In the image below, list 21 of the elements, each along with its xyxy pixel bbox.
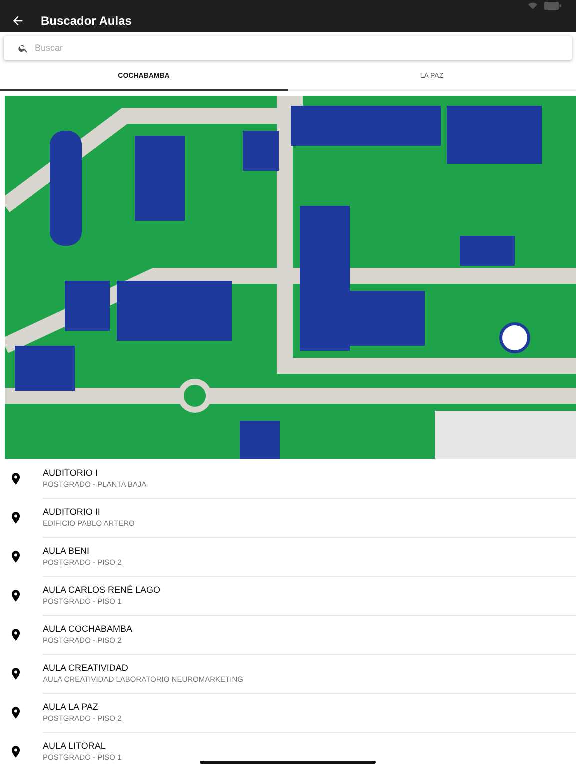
room-name: AUDITORIO II bbox=[43, 506, 102, 516]
battery-icon bbox=[544, 2, 562, 10]
map-pin-icon bbox=[9, 472, 23, 486]
map-pin-icon bbox=[9, 628, 23, 642]
room-name: AULA LA PAZ bbox=[43, 702, 100, 712]
map-pin-icon bbox=[9, 744, 23, 758]
room-name: AULA CREATIVIDAD bbox=[43, 662, 130, 672]
map-pin-icon bbox=[9, 666, 23, 680]
room-name: AULA CARLOS RENÉ LAGO bbox=[43, 584, 162, 594]
wifi-icon bbox=[528, 2, 538, 10]
map-pin-icon bbox=[9, 588, 23, 602]
app-title: Buscador Aulas bbox=[41, 14, 132, 28]
back-button[interactable] bbox=[11, 14, 25, 28]
map-pin-icon bbox=[9, 510, 23, 524]
map-pin-icon bbox=[9, 550, 23, 564]
room-name: AUDITORIO I bbox=[43, 468, 99, 478]
room-name: AULA BENI bbox=[43, 546, 91, 556]
search-field[interactable]: Buscar bbox=[4, 36, 572, 60]
room-name: AULA COCHABAMBA bbox=[43, 624, 134, 634]
room-name: AULA LITORAL bbox=[43, 740, 107, 750]
map-pin-icon bbox=[9, 706, 23, 720]
